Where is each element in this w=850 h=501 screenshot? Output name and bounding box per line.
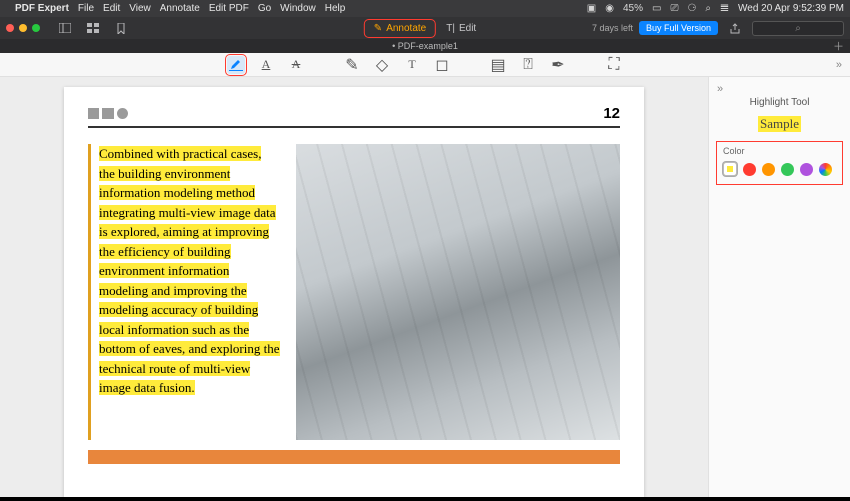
annotation-tool-strip: A A ✎ ◇ T ◻ ▤ ⍰ ✒ ⛶ » bbox=[0, 53, 850, 77]
header-shapes-icon bbox=[88, 108, 128, 119]
color-label: Color bbox=[723, 146, 836, 156]
document-tab[interactable]: • PDF-example1 bbox=[392, 41, 458, 51]
color-swatches bbox=[723, 162, 836, 176]
color-swatch-green[interactable] bbox=[781, 163, 794, 176]
stamp-tool-button[interactable]: ⍰ bbox=[519, 56, 537, 74]
search-icon: ⌕ bbox=[795, 23, 801, 34]
signature-tool-button[interactable]: ✒ bbox=[549, 56, 567, 74]
menu-window[interactable]: Window bbox=[280, 3, 316, 14]
window-controls bbox=[6, 24, 40, 32]
highlight-sample: Sample bbox=[758, 116, 801, 132]
shape-tool-button[interactable]: ◻ bbox=[433, 56, 451, 74]
thumbnails-button[interactable] bbox=[82, 20, 104, 36]
expand-panel-icon[interactable]: » bbox=[836, 59, 842, 71]
battery-pct: 45% bbox=[623, 3, 643, 14]
text-tool-button[interactable]: T bbox=[403, 56, 421, 74]
document-viewport[interactable]: 12 Combined with practical cases, the bu… bbox=[0, 77, 708, 497]
color-picker-box: Color bbox=[717, 142, 842, 184]
document-tab-bar: • PDF-example1 ＋ bbox=[0, 39, 850, 53]
share-button[interactable] bbox=[724, 20, 746, 36]
color-swatch-purple[interactable] bbox=[800, 163, 813, 176]
highlighted-text: Combined with practical cases, the build… bbox=[99, 146, 280, 395]
mac-menubar: PDF Expert File Edit View Annotate Edit … bbox=[0, 0, 850, 17]
edit-mode-label: Edit bbox=[459, 23, 476, 34]
panel-title: Highlight Tool bbox=[717, 97, 842, 108]
menu-edit[interactable]: Edit bbox=[103, 3, 120, 14]
menu-go[interactable]: Go bbox=[258, 3, 271, 14]
app-toolbar: ✎ Annotate T| Edit 7 days left Buy Full … bbox=[0, 17, 850, 39]
control-center-icon[interactable]: 𝌆 bbox=[720, 3, 729, 14]
new-tab-button[interactable]: ＋ bbox=[833, 38, 844, 54]
video-icon[interactable]: ▣ bbox=[587, 3, 596, 14]
note-tool-button[interactable]: ▤ bbox=[489, 56, 507, 74]
menu-help[interactable]: Help bbox=[325, 3, 346, 14]
screen-mirror-icon[interactable]: ⎚ bbox=[670, 3, 678, 14]
app-name-menu[interactable]: PDF Expert bbox=[15, 3, 69, 14]
trial-days-left: 7 days left bbox=[592, 23, 633, 33]
buy-full-version-button[interactable]: Buy Full Version bbox=[639, 21, 718, 35]
edit-mode-button[interactable]: T| Edit bbox=[438, 21, 484, 36]
menu-annotate[interactable]: Annotate bbox=[160, 3, 200, 14]
close-window-button[interactable] bbox=[6, 24, 14, 32]
eraser-tool-button[interactable]: ◇ bbox=[373, 56, 391, 74]
search-input[interactable]: ⌕ bbox=[752, 21, 844, 36]
text-edit-icon: T| bbox=[446, 23, 455, 34]
annotate-mode-button[interactable]: ✎ Annotate bbox=[366, 21, 434, 36]
workspace: 12 Combined with practical cases, the bu… bbox=[0, 77, 850, 497]
pdf-page: 12 Combined with practical cases, the bu… bbox=[64, 87, 644, 497]
clock[interactable]: Wed 20 Apr 9:52:39 PM bbox=[738, 3, 844, 14]
battery-icon: ▭ bbox=[652, 3, 661, 14]
underline-tool-button[interactable]: A bbox=[257, 56, 275, 74]
camera-icon[interactable]: ◉ bbox=[605, 3, 614, 14]
fit-page-button[interactable]: ⛶ bbox=[605, 56, 623, 74]
pen-tool-button[interactable]: ✎ bbox=[343, 56, 361, 74]
sidebar-toggle-button[interactable] bbox=[54, 20, 76, 36]
menu-edit-pdf[interactable]: Edit PDF bbox=[209, 3, 249, 14]
highlight-tool-button[interactable] bbox=[227, 56, 245, 74]
page-image-column bbox=[296, 144, 620, 440]
spotlight-icon[interactable]: ⌕ bbox=[705, 3, 711, 14]
fullscreen-window-button[interactable] bbox=[32, 24, 40, 32]
pencil-icon: ✎ bbox=[374, 23, 382, 34]
color-swatch-orange[interactable] bbox=[762, 163, 775, 176]
minimize-window-button[interactable] bbox=[19, 24, 27, 32]
wifi-icon[interactable]: ⚆ bbox=[687, 3, 696, 14]
strikethrough-tool-button[interactable]: A bbox=[287, 56, 305, 74]
highlighted-text-block[interactable]: Combined with practical cases, the build… bbox=[88, 144, 280, 440]
color-swatch-yellow[interactable] bbox=[723, 162, 737, 176]
bookmark-button[interactable] bbox=[110, 20, 132, 36]
page-number: 12 bbox=[603, 105, 620, 122]
page-photo bbox=[296, 144, 620, 440]
highlight-tool-panel: » Highlight Tool Sample Color bbox=[708, 77, 850, 497]
collapse-panel-icon[interactable]: » bbox=[717, 83, 723, 95]
menu-view[interactable]: View bbox=[129, 3, 151, 14]
menu-file[interactable]: File bbox=[78, 3, 94, 14]
annotate-mode-label: Annotate bbox=[386, 23, 426, 34]
color-swatch-custom[interactable] bbox=[819, 163, 832, 176]
color-swatch-red[interactable] bbox=[743, 163, 756, 176]
page-header: 12 bbox=[88, 105, 620, 128]
page-orange-divider bbox=[88, 450, 620, 464]
